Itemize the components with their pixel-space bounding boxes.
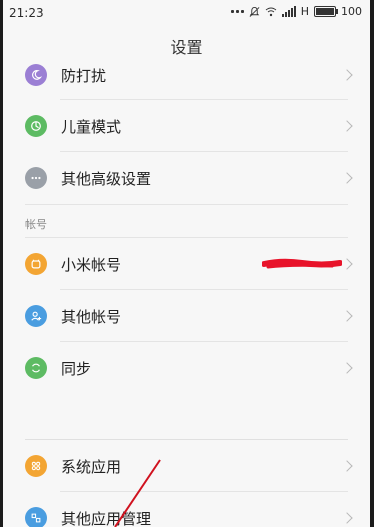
setting-label: 同步	[61, 359, 92, 378]
chevron-right-icon	[341, 172, 353, 184]
network-type: H	[300, 5, 309, 18]
setting-item-system-apps[interactable]: 系统应用	[3, 440, 370, 492]
setting-label: 防打扰	[61, 66, 107, 85]
setting-label: 其他应用管理	[61, 509, 152, 527]
settings-screen: 21:23 H 100 设置 防打扰 儿童模式 其他高级设置 帐号 小米帐号 其…	[3, 0, 370, 527]
kid-icon	[25, 115, 47, 137]
setting-label: 儿童模式	[61, 117, 122, 136]
section-divider	[25, 204, 348, 205]
more-icon	[25, 167, 47, 189]
setting-item-other-advanced-settings[interactable]: 其他高级设置	[3, 152, 370, 204]
apps-icon	[25, 455, 47, 477]
setting-item-kid-mode[interactable]: 儿童模式	[3, 100, 370, 152]
chevron-right-icon	[341, 258, 353, 270]
signal-icon	[281, 6, 296, 17]
setting-label: 其他高级设置	[61, 169, 152, 188]
redaction-mark	[262, 258, 342, 269]
wifi-icon	[265, 7, 277, 16]
chevron-right-icon	[341, 310, 353, 322]
mute-bell-icon	[249, 6, 260, 17]
battery-level: 100	[341, 5, 362, 18]
setting-label: 系统应用	[61, 457, 122, 476]
setting-item-sync[interactable]: 同步	[3, 342, 370, 394]
chevron-right-icon	[341, 362, 353, 374]
setting-label: 其他帐号	[61, 307, 122, 326]
setting-item-mi-account[interactable]: 小米帐号	[3, 238, 370, 290]
setting-item-do-not-disturb[interactable]: 防打扰	[3, 50, 370, 100]
chevron-right-icon	[341, 512, 353, 524]
status-icons: H 100	[230, 5, 362, 18]
status-bar: 21:23 H 100	[3, 0, 370, 28]
chevron-right-icon	[341, 460, 353, 472]
section-header-account: 帐号	[25, 218, 47, 231]
sync-icon	[25, 357, 47, 379]
setting-label: 小米帐号	[61, 255, 122, 274]
setting-item-other-accounts[interactable]: 其他帐号	[3, 290, 370, 342]
moon-icon	[25, 64, 47, 86]
section-gap	[3, 394, 370, 440]
user-add-icon	[25, 305, 47, 327]
battery-icon	[314, 6, 338, 17]
chevron-right-icon	[341, 120, 353, 132]
setting-item-other-app-management[interactable]: 其他应用管理	[3, 492, 370, 527]
settings-list[interactable]: 防打扰 儿童模式 其他高级设置 帐号 小米帐号 其他帐号 同步 系统应用 其他应…	[3, 50, 370, 527]
chevron-right-icon	[341, 69, 353, 81]
status-time: 21:23	[9, 6, 44, 20]
app-manage-icon	[25, 507, 47, 527]
mi-account-icon	[25, 253, 47, 275]
notification-dots-icon	[230, 10, 244, 13]
